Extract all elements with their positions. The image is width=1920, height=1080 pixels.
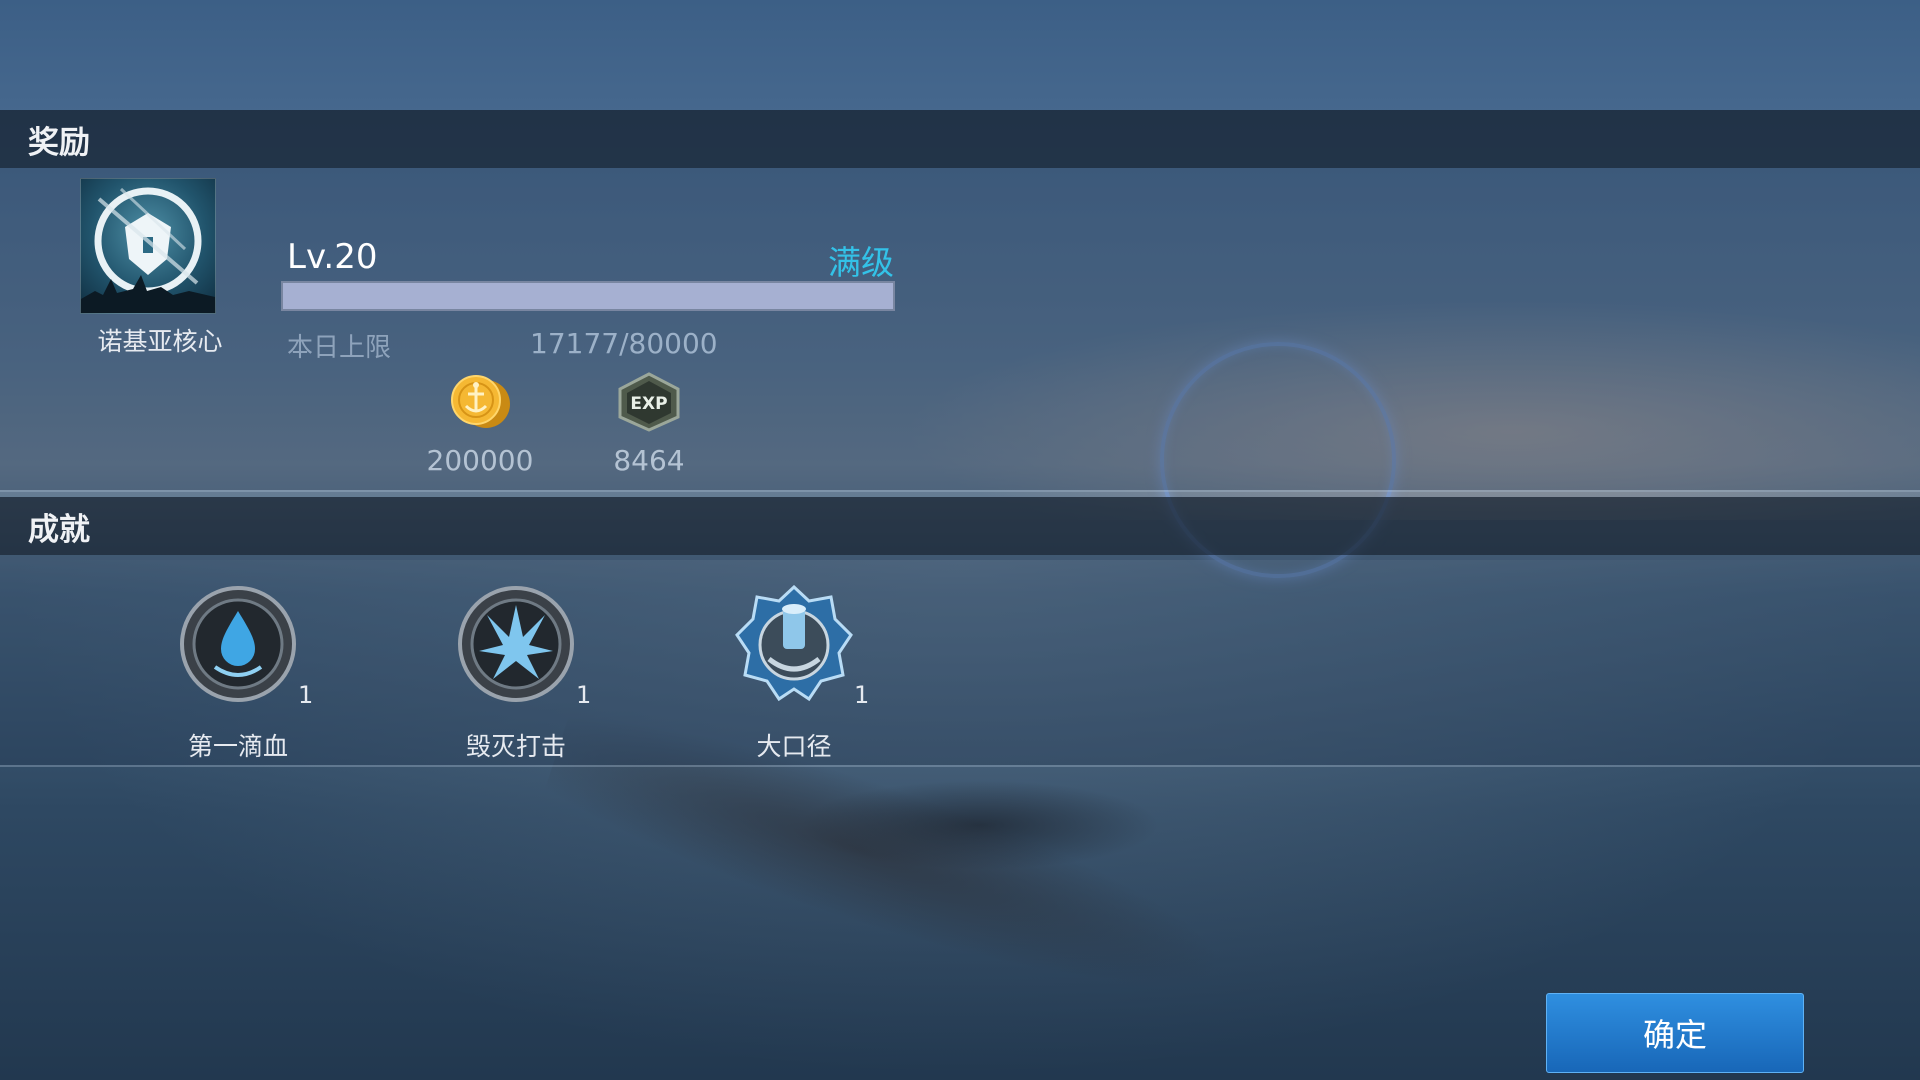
achievement-name: 大口径	[756, 732, 832, 761]
reward-exp-value: 8464	[613, 444, 685, 477]
explosion-medal-icon	[458, 586, 574, 702]
achievement-title: 成就	[28, 511, 90, 548]
blood-drop-medal-icon	[180, 586, 296, 702]
achievement-name: 第一滴血	[187, 732, 288, 761]
daily-limit-value: 17177/80000	[530, 327, 718, 360]
max-level-status: 满级	[828, 243, 894, 282]
achievement-count: 1	[854, 681, 870, 709]
exp-icon-text: EXP	[630, 394, 667, 414]
reward-exp: EXP 8464	[584, 372, 714, 477]
gold-anchor-coin-icon	[451, 375, 510, 428]
achievement-devastating-strike[interactable]: 1 毁灭打击	[416, 585, 616, 763]
ship-emblem-icon	[81, 187, 215, 313]
achievement-name: 毁灭打击	[465, 732, 566, 761]
ship-avatar-icon	[80, 178, 216, 314]
reward-gold-value: 200000	[426, 444, 534, 477]
reward-header: 奖励	[0, 110, 1920, 168]
level-label: Lv.20	[287, 237, 378, 277]
achievement-first-blood[interactable]: 1 第一滴血	[138, 585, 338, 763]
achievement-count: 1	[298, 681, 314, 709]
reward-gold: 200000	[415, 372, 545, 477]
level-progress-fill	[283, 283, 893, 309]
ship-name: 诺基亚核心	[97, 327, 223, 356]
reward-divider	[0, 490, 1920, 492]
achievement-count: 1	[576, 681, 592, 709]
achievement-big-caliber[interactable]: 1 大口径	[694, 584, 894, 763]
exp-hexagon-icon: EXP	[618, 372, 680, 432]
confirm-button[interactable]: 确定	[1546, 993, 1804, 1073]
daily-limit-label: 本日上限	[287, 333, 392, 363]
reward-title: 奖励	[28, 124, 90, 161]
level-progress-bar	[281, 281, 895, 311]
achievement-header: 成就	[0, 497, 1920, 555]
achievement-divider	[0, 765, 1920, 767]
cannon-medal-icon	[735, 584, 853, 702]
